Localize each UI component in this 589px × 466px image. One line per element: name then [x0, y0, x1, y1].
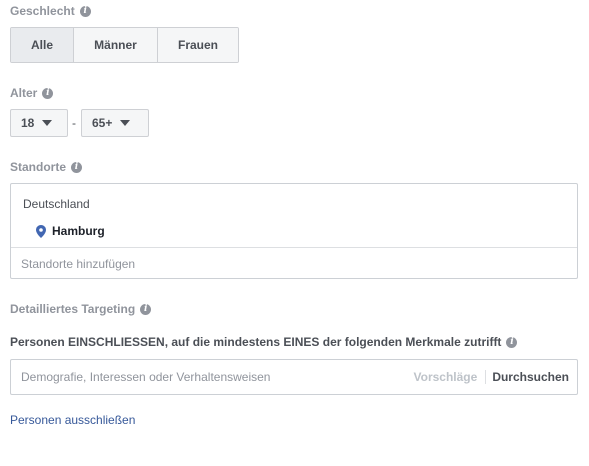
gender-option-all[interactable]: Alle	[11, 28, 74, 62]
browse-button[interactable]: Durchsuchen	[486, 370, 577, 384]
age-label-row: Alter i	[10, 86, 54, 100]
locations-label: Standorte	[10, 160, 67, 174]
caret-down-icon	[42, 120, 53, 126]
gender-label: Geschlecht	[10, 4, 75, 18]
age-max-select[interactable]: 65+	[81, 109, 149, 137]
info-icon[interactable]: i	[79, 5, 91, 17]
age-separator: -	[72, 116, 76, 130]
locations-box: Deutschland Hamburg	[10, 183, 578, 279]
info-icon[interactable]: i	[140, 303, 152, 315]
targeting-label-row: Detailliertes Targeting i	[10, 302, 152, 316]
gender-option-women[interactable]: Frauen	[158, 28, 238, 62]
age-label: Alter	[10, 86, 38, 100]
divider	[11, 247, 577, 248]
gender-option-men[interactable]: Männer	[74, 28, 158, 62]
gender-label-row: Geschlecht i	[10, 4, 91, 18]
add-location-input[interactable]	[21, 257, 561, 271]
map-pin-icon	[36, 224, 46, 238]
include-criteria-row: Personen EINSCHLIESSEN, auf die mindeste…	[10, 335, 518, 349]
location-name: Hamburg	[52, 224, 105, 238]
targeting-label: Detailliertes Targeting	[10, 302, 136, 316]
age-min-select[interactable]: 18	[10, 109, 68, 137]
suggestions-button[interactable]: Vorschläge	[406, 370, 486, 384]
info-icon[interactable]: i	[71, 161, 83, 173]
locations-label-row: Standorte i	[10, 160, 83, 174]
country-label: Deutschland	[23, 197, 90, 211]
targeting-search-input[interactable]	[11, 360, 406, 394]
gender-selector: Alle Männer Frauen	[10, 27, 239, 63]
caret-down-icon	[120, 120, 131, 126]
age-min-value: 18	[21, 116, 35, 130]
exclude-people-link[interactable]: Personen ausschließen	[10, 413, 135, 427]
targeting-search-box: Vorschläge Durchsuchen	[10, 359, 578, 395]
include-criteria-text: Personen EINSCHLIESSEN, auf die mindeste…	[10, 335, 502, 349]
location-item[interactable]: Hamburg	[36, 224, 105, 238]
age-max-value: 65+	[92, 116, 113, 130]
info-icon[interactable]: i	[506, 336, 518, 348]
info-icon[interactable]: i	[42, 87, 54, 99]
